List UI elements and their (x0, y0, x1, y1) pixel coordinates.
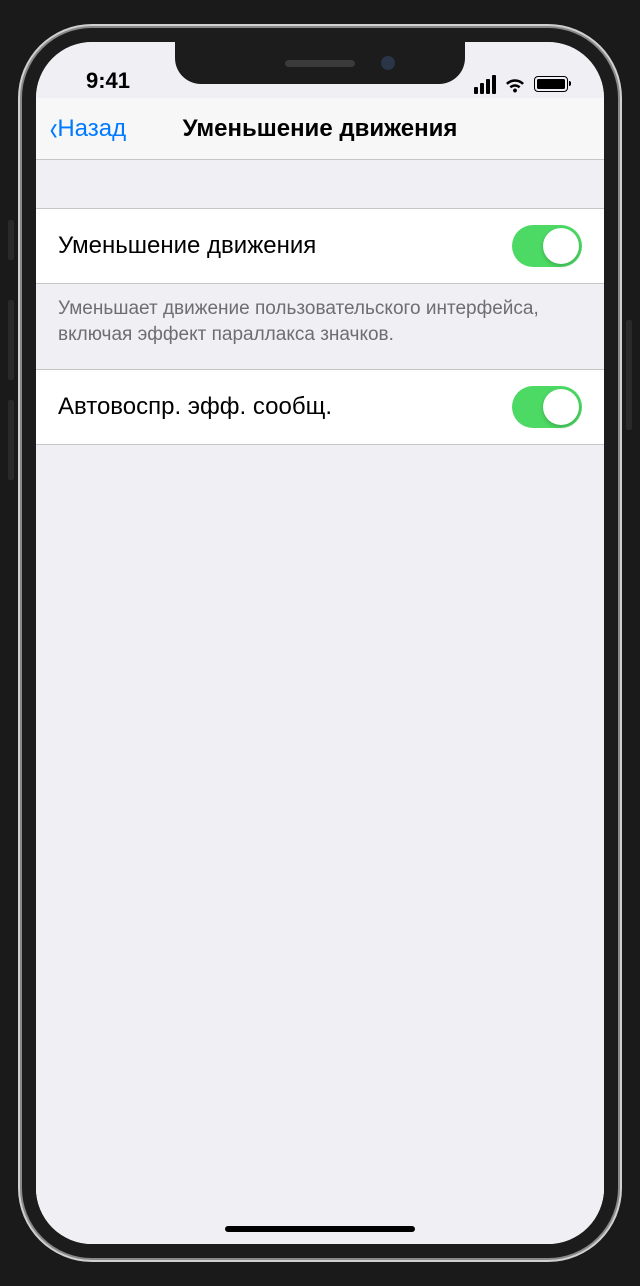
battery-icon (534, 76, 568, 92)
reduce-motion-toggle[interactable] (512, 225, 582, 267)
status-indicators (474, 74, 574, 94)
phone-frame: 9:41 ‹ Назад Уменьшение движения (22, 28, 618, 1258)
notch (175, 42, 465, 84)
chevron-left-icon: ‹ (50, 112, 58, 146)
front-camera (381, 56, 395, 70)
wifi-icon (503, 74, 527, 94)
navigation-bar: ‹ Назад Уменьшение движения (36, 98, 604, 160)
screen: 9:41 ‹ Назад Уменьшение движения (36, 42, 604, 1244)
reduce-motion-label: Уменьшение движения (58, 232, 316, 260)
settings-content: Уменьшение движения Уменьшает движение п… (36, 160, 604, 1244)
auto-play-effects-label: Автовоспр. эфф. сообщ. (58, 393, 332, 421)
volume-down-button[interactable] (8, 400, 14, 480)
silent-switch[interactable] (8, 220, 14, 260)
home-indicator[interactable] (225, 1226, 415, 1232)
cellular-signal-icon (474, 75, 496, 94)
reduce-motion-row: Уменьшение движения (36, 208, 604, 284)
speaker (285, 60, 355, 67)
reduce-motion-description: Уменьшает движение пользовательского инт… (36, 284, 604, 369)
power-button[interactable] (626, 320, 632, 430)
toggle-knob (543, 389, 579, 425)
volume-up-button[interactable] (8, 300, 14, 380)
toggle-knob (543, 228, 579, 264)
auto-play-effects-toggle[interactable] (512, 386, 582, 428)
back-button[interactable]: ‹ Назад (48, 112, 126, 146)
auto-play-effects-row: Автовоспр. эфф. сообщ. (36, 369, 604, 445)
status-time: 9:41 (76, 68, 130, 94)
back-button-label: Назад (57, 115, 126, 143)
